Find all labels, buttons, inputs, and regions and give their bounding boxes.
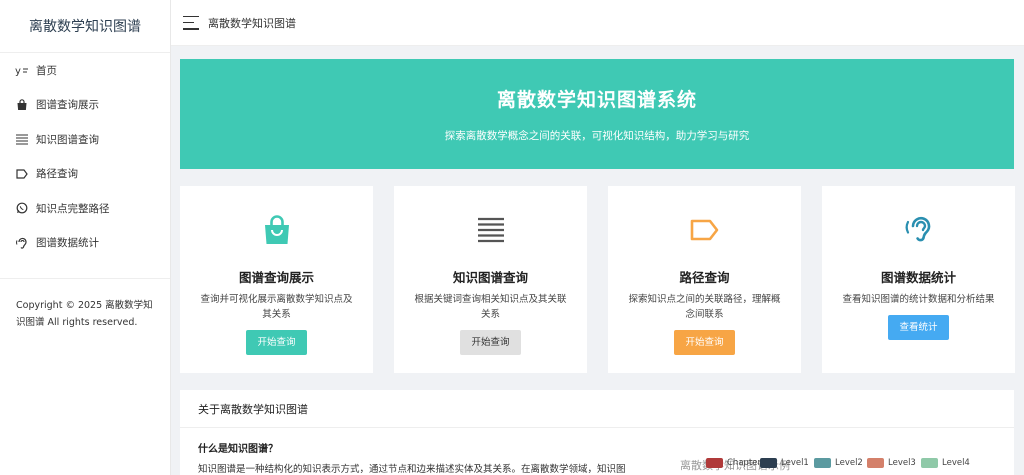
top-header: 离散数学知识图谱 — [171, 0, 1024, 46]
list-icon — [14, 132, 30, 146]
start-query-button[interactable]: 开始查询 — [674, 330, 735, 355]
feature-card-path-query: 路径查询 探索知识点之间的关联路径，理解概念间联系 开始查询 — [608, 186, 801, 373]
card-description: 根据关键词查询相关知识点及其关联关系 — [414, 294, 567, 320]
sidebar-item-home[interactable]: y 首页 — [0, 53, 170, 88]
sidebar: 离散数学知识图谱 y 首页 图谱查询展示 知识图谱查询 路径查询 知识点完整路径… — [0, 0, 171, 475]
hero-title: 离散数学知识图谱系统 — [496, 89, 697, 111]
legend-item-level3[interactable]: Level3 — [867, 458, 916, 468]
sidebar-item-graph-display[interactable]: 图谱查询展示 — [0, 88, 170, 123]
legend-swatch — [814, 458, 831, 468]
copyright: Copyright © 2025 离散数学知识图谱 All rights res… — [16, 300, 153, 328]
legend-swatch — [867, 458, 884, 468]
bag-icon — [14, 98, 30, 112]
legend-label: Level1 — [781, 458, 809, 468]
sidebar-item-statistics[interactable]: 图谱数据统计 — [0, 226, 170, 261]
hero-subtitle: 探索离散数学概念之间的关联，可视化知识结构，助力学习与研究 — [444, 130, 750, 142]
card-title: 图谱数据统计 — [880, 270, 956, 285]
tag-icon — [14, 167, 30, 181]
legend-item-chapter[interactable]: Chapter — [706, 458, 761, 468]
feature-card-graph-display: 图谱查询展示 查询并可视化展示离散数学知识点及其关系 开始查询 — [180, 186, 373, 373]
legend-item-level1[interactable]: Level1 — [760, 458, 809, 468]
ear-icon — [14, 236, 30, 250]
sidebar-item-label: 知识图谱查询 — [36, 133, 99, 146]
card-title: 知识图谱查询 — [452, 270, 528, 285]
legend-label: Chapter — [727, 458, 761, 468]
menu-toggle-icon[interactable] — [183, 15, 199, 30]
feature-card-kg-query: 知识图谱查询 根据关键词查询相关知识点及其关联关系 开始查询 — [394, 186, 587, 373]
about-answer: 知识图谱是一种结构化的知识表示方式，通过节点和边来描述实体及其关系。在离散数学领… — [198, 464, 626, 475]
about-question: 什么是知识图谱？ — [198, 444, 278, 455]
bag-icon — [180, 212, 373, 248]
tag-icon — [608, 212, 801, 248]
hero-banner: 离散数学知识图谱系统 探索离散数学概念之间的关联，可视化知识结构，助力学习与研究 — [180, 59, 1014, 169]
feature-card-statistics: 图谱数据统计 查看知识图谱的统计数据和分析结果 查看统计 — [822, 186, 1015, 373]
card-description: 探索知识点之间的关联路径，理解概念间联系 — [628, 294, 781, 320]
legend-swatch — [760, 458, 777, 468]
legend-label: Level3 — [888, 458, 916, 468]
view-statistics-button[interactable]: 查看统计 — [888, 315, 949, 340]
about-heading: 关于离散数学知识图谱 — [180, 390, 1014, 428]
legend-label: Level2 — [835, 458, 863, 468]
list-icon — [394, 212, 587, 248]
sidebar-brand[interactable]: 离散数学知识图谱 — [0, 0, 170, 53]
sidebar-nav: y 首页 图谱查询展示 知识图谱查询 路径查询 知识点完整路径 图谱数据统计 — [0, 53, 170, 260]
legend-item-level2[interactable]: Level2 — [814, 458, 863, 468]
legend-swatch — [921, 458, 938, 468]
sidebar-item-label: 知识点完整路径 — [36, 202, 110, 215]
sidebar-item-kg-query[interactable]: 知识图谱查询 — [0, 122, 170, 157]
legend-item-level4[interactable]: Level4 — [921, 458, 970, 468]
sidebar-item-path-query[interactable]: 路径查询 — [0, 157, 170, 192]
card-title: 图谱查询展示 — [238, 270, 314, 285]
start-query-button[interactable]: 开始查询 — [460, 330, 521, 355]
home-icon: y — [14, 63, 30, 77]
sidebar-item-label: 图谱查询展示 — [36, 99, 99, 112]
legend-label: Level4 — [942, 458, 970, 468]
sidebar-item-label: 路径查询 — [36, 168, 78, 181]
card-description: 查看知识图谱的统计数据和分析结果 — [842, 294, 995, 305]
sidebar-item-label: 首页 — [36, 64, 57, 77]
ear-icon — [822, 212, 1015, 248]
card-title: 路径查询 — [679, 270, 730, 285]
sidebar-item-full-path[interactable]: 知识点完整路径 — [0, 191, 170, 226]
whatsapp-icon — [14, 201, 30, 215]
sidebar-item-label: 图谱数据统计 — [36, 237, 99, 250]
svg-text:y: y — [15, 66, 21, 76]
header-title: 离散数学知识图谱 — [208, 16, 296, 30]
card-description: 查询并可视化展示离散数学知识点及其关系 — [200, 294, 353, 320]
legend-swatch — [706, 458, 723, 468]
start-query-button[interactable]: 开始查询 — [246, 330, 307, 355]
